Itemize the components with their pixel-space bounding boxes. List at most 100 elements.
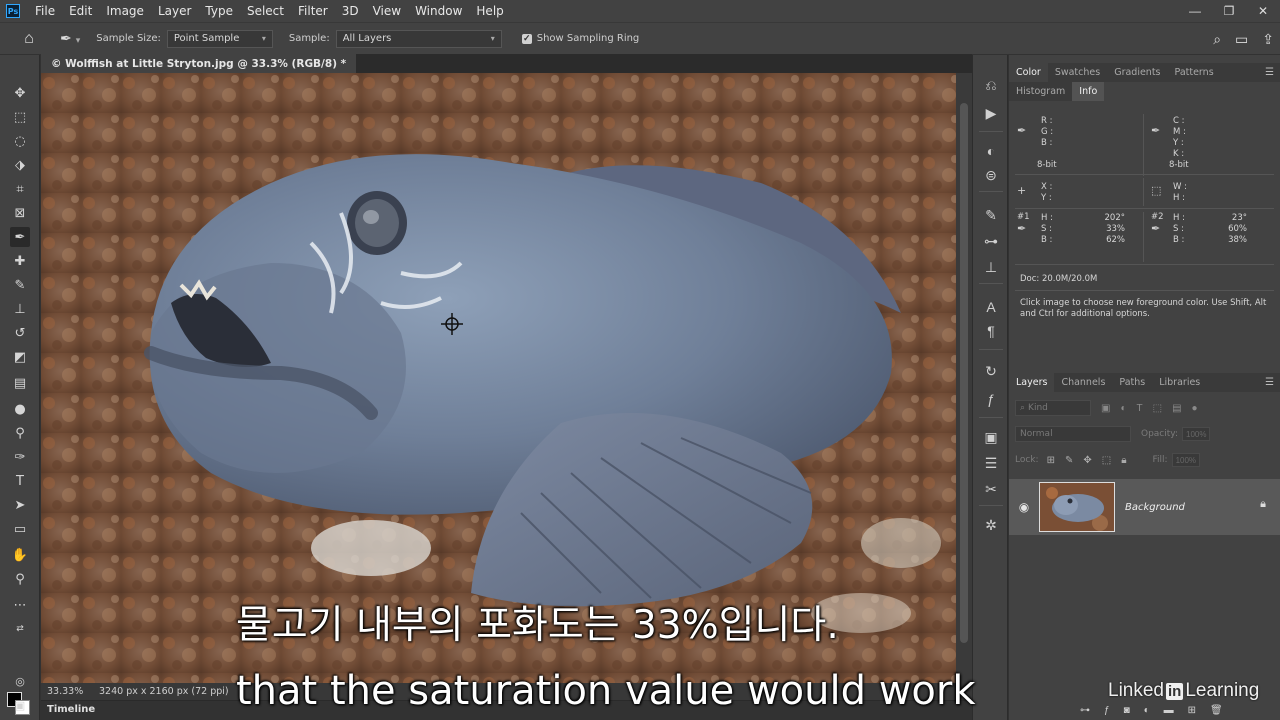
tab-gradients[interactable]: Gradients xyxy=(1107,63,1167,82)
minimize-button[interactable]: — xyxy=(1178,0,1212,22)
pen-tool-icon[interactable]: ✑ xyxy=(10,447,30,467)
panel-menu-icon[interactable]: ☰ xyxy=(1265,377,1274,388)
quick-mask-icon[interactable]: ◎ xyxy=(10,671,30,691)
tab-info[interactable]: Info xyxy=(1072,82,1105,101)
layer-style-icon[interactable]: ƒ xyxy=(1104,705,1110,716)
zoom-level[interactable]: 33.33% xyxy=(47,686,99,697)
3d-icon[interactable]: ✲ xyxy=(981,515,1001,535)
link-layers-icon[interactable]: ⊶ xyxy=(1080,705,1090,716)
menu-help[interactable]: Help xyxy=(469,4,510,18)
tab-histogram[interactable]: Histogram xyxy=(1009,82,1073,101)
workspace-icon[interactable]: ▭ xyxy=(1235,31,1248,48)
sample-select[interactable]: All Layers ▾ xyxy=(335,29,502,48)
tab-patterns[interactable]: Patterns xyxy=(1168,63,1221,82)
more-tools-icon[interactable]: ⋯ xyxy=(10,595,30,615)
tab-color[interactable]: Color xyxy=(1009,63,1048,82)
menu-type[interactable]: Type xyxy=(198,4,240,18)
actions-icon[interactable]: ▶ xyxy=(981,103,1001,123)
character-icon[interactable]: A xyxy=(981,297,1001,317)
panel-menu-icon[interactable]: ☰ xyxy=(1265,67,1274,78)
tab-libraries[interactable]: Libraries xyxy=(1152,373,1207,392)
new-layer-icon[interactable]: ⊞ xyxy=(1188,705,1196,716)
lock-pixels-icon[interactable]: ✎ xyxy=(1065,455,1073,466)
share-icon[interactable]: ⇪ xyxy=(1262,31,1274,48)
sample-size-select[interactable]: Point Sample ▾ xyxy=(166,29,273,48)
lock-all-icon[interactable]: 🔒︎ xyxy=(1121,455,1126,466)
scrollbar-thumb[interactable] xyxy=(960,103,968,643)
lock-position-icon[interactable]: ✥ xyxy=(1083,455,1091,466)
healing-brush-tool-icon[interactable]: ✚ xyxy=(10,251,30,271)
rectangle-tool-icon[interactable]: ▭ xyxy=(10,519,30,539)
menu-image[interactable]: Image xyxy=(99,4,151,18)
filter-pixel-icon[interactable]: ▣ xyxy=(1101,403,1110,414)
filter-adjustment-icon[interactable]: ◐ xyxy=(1120,403,1126,414)
history-icon[interactable]: ⎌ xyxy=(981,75,1001,95)
menu-edit[interactable]: Edit xyxy=(62,4,99,18)
tab-layers[interactable]: Layers xyxy=(1009,373,1055,392)
menu-file[interactable]: File xyxy=(28,4,62,18)
lock-artboard-icon[interactable]: ⬚ xyxy=(1102,455,1111,466)
menu-select[interactable]: Select xyxy=(240,4,291,18)
tools-icon[interactable]: ✂ xyxy=(981,479,1001,499)
menu-view[interactable]: View xyxy=(366,4,408,18)
layer-row-background[interactable]: ◉ Background 🔒︎ xyxy=(1009,479,1280,535)
hand-tool-icon[interactable]: ✋ xyxy=(10,545,30,565)
properties-icon[interactable]: ⊜ xyxy=(981,165,1001,185)
brush-settings-icon[interactable]: ⊶ xyxy=(981,231,1001,251)
vertical-scrollbar[interactable] xyxy=(956,73,972,683)
glyphs-icon[interactable]: ↻ xyxy=(981,361,1001,381)
close-button[interactable]: ✕ xyxy=(1246,0,1280,22)
layer-name[interactable]: Background xyxy=(1125,502,1185,513)
screen-mode-icon[interactable]: ▣ xyxy=(10,695,30,715)
new-group-icon[interactable]: ▬ xyxy=(1164,705,1174,716)
timeline-label[interactable]: Timeline xyxy=(47,704,95,715)
eyedropper-preset-icon[interactable]: ✒ ▾ xyxy=(60,30,80,47)
filter-shape-icon[interactable]: ⬚ xyxy=(1153,403,1162,414)
paragraph-icon[interactable]: ¶ xyxy=(981,321,1001,341)
add-mask-icon[interactable]: ◙ xyxy=(1124,705,1130,716)
gradient-tool-icon[interactable]: ▤ xyxy=(10,373,30,393)
menu-3d[interactable]: 3D xyxy=(335,4,366,18)
notes-icon[interactable]: ☰ xyxy=(981,453,1001,473)
history-brush-tool-icon[interactable]: ↺ xyxy=(10,323,30,343)
document-tab[interactable]: © Wolffish at Little Stryton.jpg @ 33.3%… xyxy=(41,54,357,73)
eyedropper-tool-icon[interactable]: ✒ xyxy=(10,227,30,247)
eraser-tool-icon[interactable]: ◩ xyxy=(10,347,30,367)
adjustments-icon[interactable]: ◐ xyxy=(981,141,1001,161)
blend-mode-select[interactable]: Normal xyxy=(1015,426,1131,442)
zoom-tool-icon[interactable]: ⚲ xyxy=(10,569,30,589)
menu-layer[interactable]: Layer xyxy=(151,4,198,18)
tab-swatches[interactable]: Swatches xyxy=(1048,63,1107,82)
move-tool-icon[interactable]: ✥ xyxy=(10,83,30,103)
type-tool-icon[interactable]: T xyxy=(10,471,30,491)
marquee-tool-icon[interactable]: ⬚ xyxy=(10,107,30,127)
visibility-eye-icon[interactable]: ◉ xyxy=(1009,500,1039,514)
canvas-area[interactable] xyxy=(41,73,956,683)
home-icon[interactable]: ⌂ xyxy=(20,30,38,47)
frame-tool-icon[interactable]: ⊠ xyxy=(10,203,30,223)
layer-lock-icon[interactable]: 🔒︎ xyxy=(1260,498,1266,511)
clone-source-icon[interactable]: ⊥ xyxy=(981,257,1001,277)
libraries-icon[interactable]: ▣ xyxy=(981,427,1001,447)
lasso-tool-icon[interactable]: ◌ xyxy=(10,131,30,151)
swap-colors-icon[interactable]: ⇄ xyxy=(10,619,30,639)
path-selection-tool-icon[interactable]: ➤ xyxy=(10,495,30,515)
filter-type-icon[interactable]: T xyxy=(1137,403,1143,414)
search-icon[interactable]: ⌕ xyxy=(1213,31,1221,48)
menu-window[interactable]: Window xyxy=(408,4,469,18)
clone-stamp-tool-icon[interactable]: ⊥ xyxy=(10,299,30,319)
show-sampling-ring-checkbox[interactable]: ✓ xyxy=(521,33,532,44)
new-adjustment-icon[interactable]: ◐ xyxy=(1144,705,1150,716)
dodge-tool-icon[interactable]: ⚲ xyxy=(10,423,30,443)
blur-tool-icon[interactable]: ● xyxy=(10,399,30,419)
restore-button[interactable]: ❐ xyxy=(1212,0,1246,22)
styles-icon[interactable]: ƒ xyxy=(981,389,1001,409)
brushes-icon[interactable]: ✎ xyxy=(981,205,1001,225)
show-sampling-ring-option[interactable]: ✓ Show Sampling Ring xyxy=(521,33,639,44)
menu-filter[interactable]: Filter xyxy=(291,4,335,18)
delete-layer-icon[interactable]: 🗑︎ xyxy=(1210,705,1223,716)
tab-paths[interactable]: Paths xyxy=(1112,373,1152,392)
object-selection-tool-icon[interactable]: ⬗ xyxy=(10,155,30,175)
crop-tool-icon[interactable]: ⌗ xyxy=(10,179,30,199)
layer-kind-filter[interactable]: ⌕ Kind xyxy=(1015,400,1091,416)
